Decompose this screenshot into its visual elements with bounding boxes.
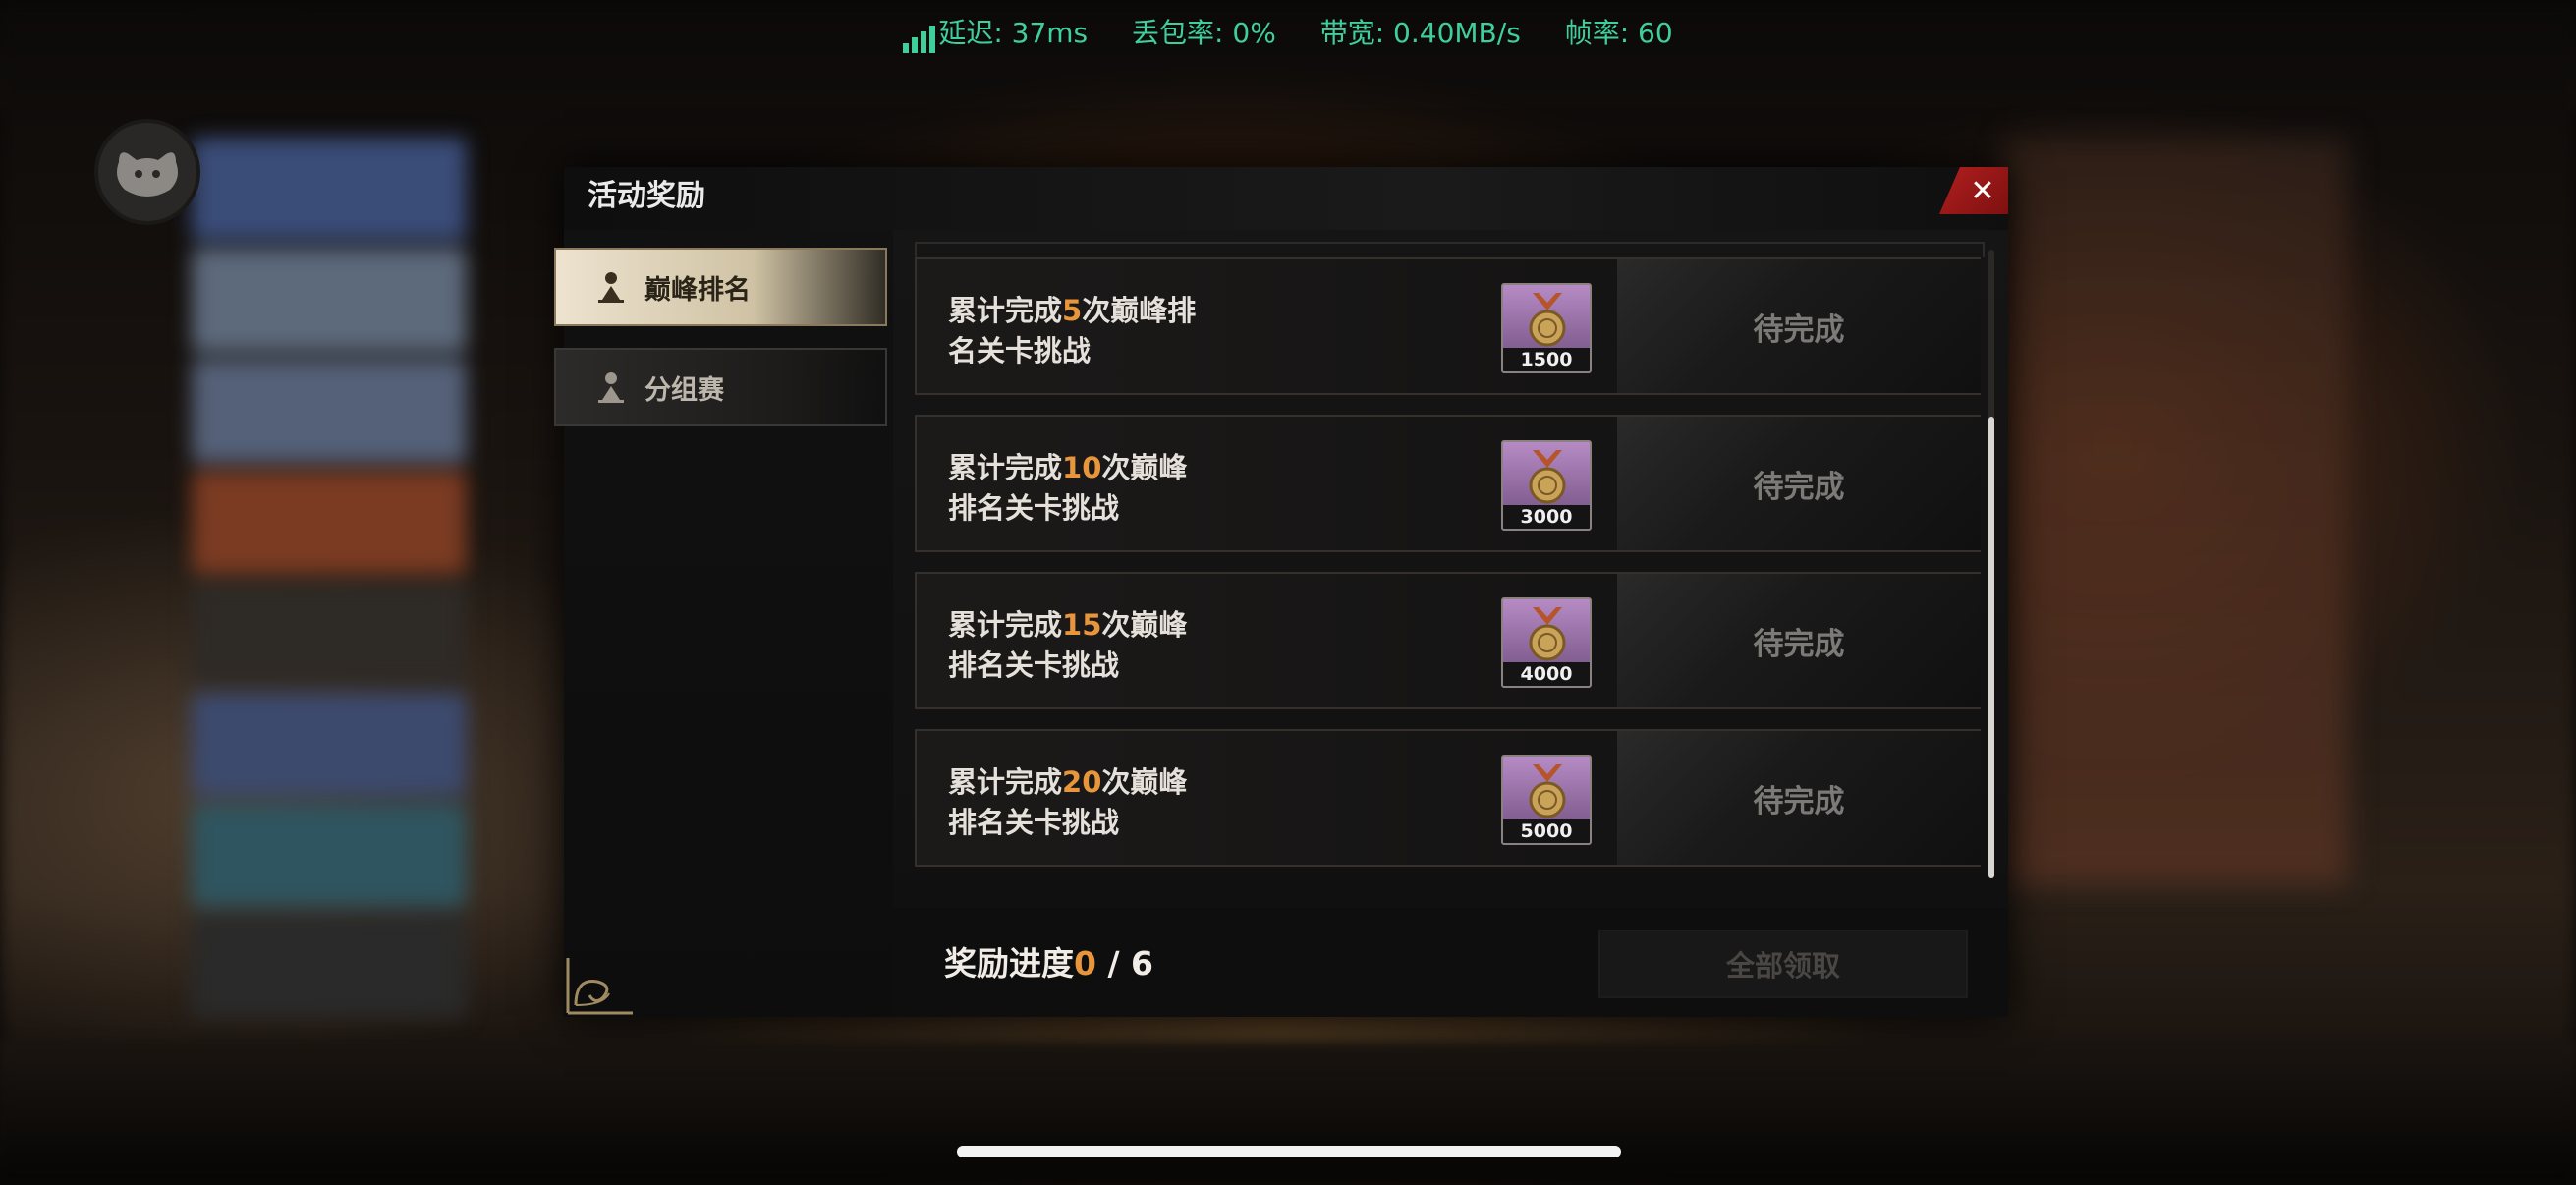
reward-description: 累计完成10次巅峰 排名关卡挑战: [948, 451, 1188, 525]
background-side-panel: [2004, 138, 2348, 884]
medal-token-icon: [1529, 764, 1566, 818]
corner-ornament-icon: [566, 958, 633, 1015]
avatar[interactable]: [98, 123, 196, 221]
scrollbar-thumb[interactable]: [1988, 417, 1994, 878]
reward-progress: 奖励进度0 / 6: [944, 944, 1153, 983]
category-sidebar: 巅峰排名 分组赛: [554, 230, 893, 1017]
reward-item[interactable]: 4000: [1501, 597, 1592, 688]
tab-label: 分组赛: [644, 374, 724, 406]
network-status-bar: 延迟: 37ms 丢包率: 0% 带宽: 0.40MB/s 帧率: 60: [0, 12, 2576, 53]
tab-label: 巅峰排名: [644, 274, 751, 306]
signal-strength-icon: [903, 21, 938, 53]
reward-description: 累计完成20次巅峰 排名关卡挑战: [948, 765, 1188, 839]
latency-readout: 延迟: 37ms: [903, 17, 1096, 53]
status-pending-button[interactable]: 待完成: [1617, 574, 1981, 707]
dialog-title: 活动奖励: [588, 179, 705, 213]
reward-description: 累计完成5次巅峰排 名关卡挑战: [948, 294, 1197, 367]
reward-row: 累计完成10次巅峰 排名关卡挑战 3000 待完成: [915, 415, 1981, 552]
medal-token-icon: [1529, 450, 1566, 504]
item-quantity: 4000: [1503, 662, 1590, 686]
upload-person-icon: [591, 267, 631, 307]
bandwidth-readout: 带宽: 0.40MB/s: [1319, 17, 1521, 49]
item-quantity: 3000: [1503, 505, 1590, 529]
reward-row: 累计完成15次巅峰 排名关卡挑战 4000 待完成: [915, 572, 1981, 709]
status-pending-button[interactable]: 待完成: [1617, 731, 1981, 865]
home-indicator[interactable]: [957, 1146, 1621, 1157]
fps-readout: 帧率: 60: [1564, 17, 1673, 49]
game-screen: 延迟: 37ms 丢包率: 0% 带宽: 0.40MB/s 帧率: 60 活动奖…: [0, 0, 2576, 1185]
reward-list-panel: 累计完成5次巅峰排 名关卡挑战 1500 待完成 累计完成10次巅峰 排名关卡挑…: [893, 230, 2008, 1017]
dialog-header: 活动奖励 ✕: [564, 167, 2008, 232]
tab-peak-ranking[interactable]: 巅峰排名: [554, 248, 887, 326]
reward-item[interactable]: 5000: [1501, 755, 1592, 845]
packet-loss-readout: 丢包率: 0%: [1132, 17, 1276, 49]
avatar-creature-icon: [117, 152, 178, 197]
list-top-edge: [915, 242, 1985, 257]
close-button[interactable]: ✕: [1939, 167, 2008, 214]
reward-item[interactable]: 3000: [1501, 440, 1592, 531]
status-pending-button[interactable]: 待完成: [1617, 417, 1981, 550]
background-card-rail: [192, 138, 467, 1042]
close-icon: ✕: [1970, 173, 1995, 208]
reward-item[interactable]: 1500: [1501, 283, 1592, 373]
medal-token-icon: [1529, 293, 1566, 347]
status-pending-button[interactable]: 待完成: [1617, 259, 1981, 393]
claim-all-button[interactable]: 全部领取: [1598, 930, 1968, 998]
item-quantity: 1500: [1503, 348, 1590, 371]
activity-rewards-dialog: 活动奖励 ✕ 巅峰排名 分组赛 累计完成5次巅峰排 名关卡挑战 1500 待完成…: [554, 167, 2008, 1017]
tab-group-match[interactable]: 分组赛: [554, 348, 887, 426]
item-quantity: 5000: [1503, 819, 1590, 843]
reward-row: 累计完成20次巅峰 排名关卡挑战 5000 待完成: [915, 729, 1981, 867]
upload-person-icon: [591, 367, 631, 407]
background-bottom-bar: [0, 1042, 2576, 1185]
dialog-footer: 奖励进度0 / 6 全部领取: [893, 908, 2008, 1017]
medal-token-icon: [1529, 607, 1566, 661]
reward-description: 累计完成15次巅峰 排名关卡挑战: [948, 608, 1188, 682]
reward-row: 累计完成5次巅峰排 名关卡挑战 1500 待完成: [915, 257, 1981, 395]
